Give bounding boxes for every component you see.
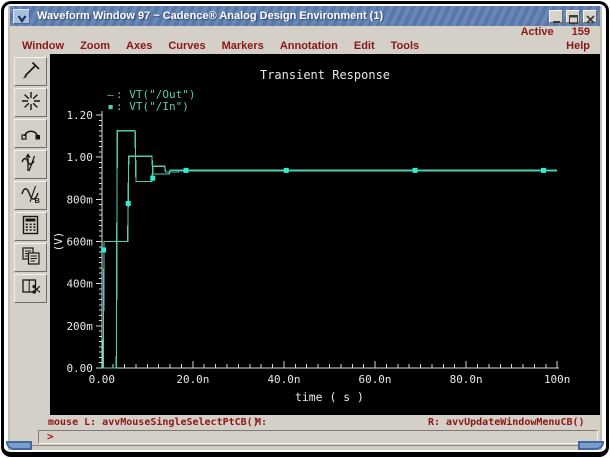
menubar: Window Zoom Axes Curves Markers Annotation Edi… [10, 38, 600, 54]
cut-window-button[interactable] [14, 274, 47, 303]
pen-icon [19, 59, 43, 84]
active-count: 159 [571, 26, 590, 38]
menu-item-help[interactable]: Help [566, 40, 590, 52]
minimize-button[interactable] [549, 9, 563, 23]
resize-grip-right[interactable] [578, 441, 604, 450]
legend-series-name: VT("/In") [129, 100, 189, 113]
y-axis-title: (V) [52, 232, 65, 252]
calculator-icon [19, 214, 43, 239]
probe-arc-button[interactable] [14, 119, 47, 148]
svg-text:B: B [34, 196, 40, 205]
menu-item-axes[interactable]: Axes [126, 40, 152, 52]
x-tick-label: 20.0n [176, 373, 209, 386]
menu-item-curves[interactable]: Curves [168, 40, 205, 52]
x-axis-title: time ( s ) [295, 390, 364, 404]
sine-b-button[interactable]: B [14, 181, 47, 210]
copy-window-button[interactable] [14, 243, 47, 272]
starburst-icon [19, 90, 43, 115]
window-title: Waveform Window 97 ~ Cadence® Analog Des… [37, 10, 384, 22]
data-point-marker [150, 175, 156, 181]
x-tick-label: 0.00 [89, 373, 115, 386]
menu-item-window[interactable]: Window [22, 40, 64, 52]
x-tick-label: 100n [544, 373, 570, 386]
bottom-resize-bar [6, 441, 604, 450]
x-tick-label: 40.0n [267, 373, 300, 386]
pen-button[interactable] [14, 57, 47, 86]
probe-arc-icon [19, 121, 43, 146]
titlebar[interactable]: Waveform Window 97 ~ Cadence® Analog Des… [10, 6, 600, 26]
mouse-right-binding: R: avvUpdateWindowMenuCB() [428, 417, 585, 428]
main-content: B 0.00 200m 400m 600m 800m 1.00 1.20 0.00 20.0n 4… [10, 54, 600, 415]
status-bar: mouse L: avvMouseSingleSelectPtCB() M: R… [10, 415, 600, 430]
chevron-down-icon [17, 10, 27, 28]
screen-frame: Waveform Window 97 ~ Cadence® Analog Des… [1, 1, 609, 457]
legend: –: VT("/Out") ▪: VT("/In") [105, 89, 195, 113]
waveform-axis-icon [19, 152, 43, 177]
mouse-left-binding: mouse L: avvMouseSingleSelectPtCB() [48, 417, 259, 428]
prompt-char: > [47, 430, 54, 443]
cut-window-icon [19, 276, 43, 301]
y-tick-label: 400m [66, 278, 93, 291]
close-button[interactable] [583, 9, 597, 24]
waveform-window: Waveform Window 97 ~ Cadence® Analog Des… [6, 6, 604, 450]
legend-separator: : [116, 100, 130, 113]
command-prompt[interactable]: > [38, 430, 598, 444]
plot-area[interactable]: 0.00 200m 400m 600m 800m 1.00 1.20 0.00 20.0n 40.… [50, 54, 600, 415]
window-controls [549, 9, 597, 24]
y-tick-label: 1.20 [66, 109, 92, 122]
legend-item-in[interactable]: ▪: VT("/In") [105, 101, 195, 113]
y-tick-label: 200m [66, 320, 93, 333]
maximize-button[interactable] [566, 9, 580, 24]
legend-glyph: ▪ [107, 100, 114, 113]
toolbar: B [10, 54, 50, 415]
menu-item-edit[interactable]: Edit [354, 40, 375, 52]
y-tick-label: 600m [66, 235, 93, 248]
axes [101, 111, 560, 369]
active-status-bar: Active 159 [10, 26, 600, 38]
chart-title: Transient Response [259, 68, 391, 82]
mouse-middle-binding: M: [255, 417, 268, 428]
calculator-button[interactable] [14, 212, 47, 241]
trace-out[interactable] [101, 130, 558, 369]
trace-in[interactable] [102, 155, 558, 369]
menu-item-zoom[interactable]: Zoom [80, 40, 110, 52]
data-point-marker [541, 167, 546, 173]
data-point-marker [101, 247, 107, 253]
window-menu-button[interactable] [13, 8, 30, 24]
x-tick-label: 60.0n [359, 373, 392, 386]
menu-item-annotation[interactable]: Annotation [280, 40, 338, 52]
data-point-marker [183, 167, 189, 173]
x-tick-label: 80.0n [450, 373, 483, 386]
sine-b-icon: B [19, 183, 43, 208]
waveform-axis-button[interactable] [14, 150, 47, 179]
data-point-marker [412, 167, 418, 173]
menu-item-markers[interactable]: Markers [222, 40, 264, 52]
copy-window-icon [19, 245, 43, 270]
y-tick-label: 1.00 [66, 151, 92, 164]
menu-item-tools[interactable]: Tools [391, 40, 420, 52]
active-status-label: Active [520, 26, 554, 38]
y-tick-label: 800m [66, 193, 93, 206]
data-point-marker [283, 167, 289, 173]
resize-grip-left[interactable] [6, 441, 32, 450]
data-point-marker [125, 201, 131, 206]
bottom-edge[interactable] [32, 445, 578, 449]
starburst-button[interactable] [14, 88, 47, 117]
